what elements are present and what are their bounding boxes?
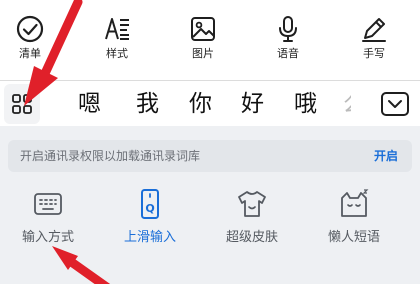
menu-grid-button[interactable]: [4, 84, 40, 124]
function-panel: 开启通讯录权限以加载通讯录词库 开启 输入方式 Q 上滑输入 超级皮肤 懒人短语: [0, 126, 420, 282]
handwriting-label: 手写: [363, 47, 385, 60]
pen-icon: [362, 18, 386, 42]
candidate-word[interactable]: 你: [189, 81, 212, 127]
candidate-bar: 嗯 我 你 好 哦 么: [0, 80, 420, 127]
lazy-phrase-label: 懒人短语: [327, 230, 380, 245]
image-icon: [191, 17, 215, 41]
keyboard-collapse-icon: [381, 92, 409, 116]
check-circle-icon: [16, 15, 44, 43]
grid-menu-icon: [12, 94, 32, 114]
super-skin-label: 超级皮肤: [225, 230, 278, 245]
image-button[interactable]: 图片: [173, 14, 233, 74]
voice-label: 语音: [277, 47, 299, 60]
candidate-word[interactable]: 嗯: [78, 81, 101, 127]
candidate-word[interactable]: 我: [136, 81, 159, 127]
microphone-icon: [279, 16, 297, 42]
enable-button[interactable]: 开启: [374, 140, 398, 172]
style-button[interactable]: 样式: [87, 14, 147, 74]
lazy-cat-phrase-icon: [341, 189, 369, 217]
candidate-word-clipped[interactable]: 么: [343, 81, 351, 127]
image-label: 图片: [192, 47, 214, 60]
keyboard-icon: [34, 193, 62, 215]
banner-text: 开启通讯录权限以加载通讯录词库: [20, 149, 201, 163]
lazy-phrase-button[interactable]: 懒人短语: [314, 188, 394, 254]
svg-text:Q: Q: [145, 202, 154, 215]
editor-toolbar: 清单 样式 图片 语音 手写: [0, 0, 420, 80]
tshirt-skin-icon: [238, 191, 266, 217]
candidate-word[interactable]: 哦: [294, 81, 317, 127]
style-label: 样式: [106, 47, 128, 60]
swipe-up-input-button[interactable]: Q 上滑输入: [110, 188, 190, 254]
contacts-permission-banner: 开启通讯录权限以加载通讯录词库 开启: [8, 140, 412, 172]
candidate-word[interactable]: 好: [241, 81, 264, 127]
input-method-label: 输入方式: [21, 230, 74, 245]
checklist-button[interactable]: 清单: [0, 14, 60, 74]
text-format-icon: [105, 18, 129, 40]
checklist-label: 清单: [19, 47, 41, 60]
swipe-up-input-icon: Q: [141, 189, 159, 219]
super-skin-button[interactable]: 超级皮肤: [212, 188, 292, 254]
collapse-keyboard-button[interactable]: [380, 91, 410, 117]
voice-button[interactable]: 语音: [258, 14, 318, 74]
handwriting-button[interactable]: 手写: [344, 14, 404, 74]
input-method-button[interactable]: 输入方式: [8, 188, 88, 254]
swipe-up-input-label: 上滑输入: [123, 230, 176, 245]
